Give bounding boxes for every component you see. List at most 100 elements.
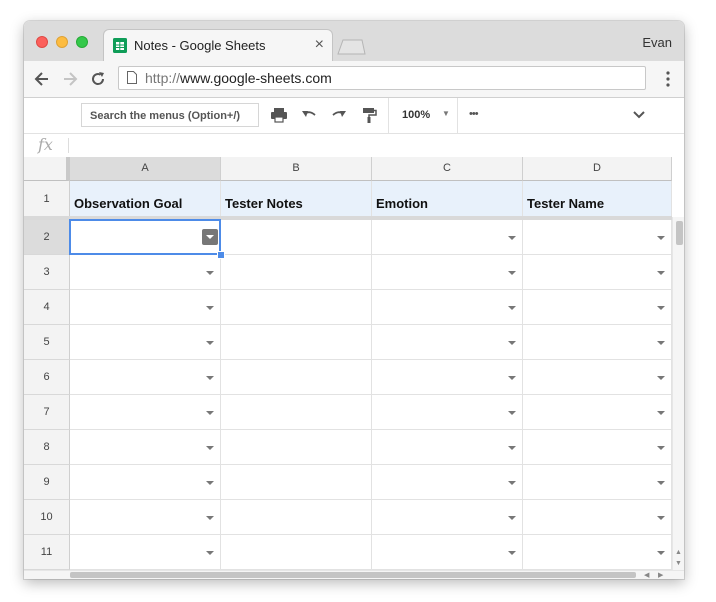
close-tab-icon[interactable]: ×: [315, 36, 324, 54]
back-arrow-icon[interactable]: [32, 69, 52, 89]
horizontal-scroll-thumb[interactable]: [70, 572, 636, 578]
cell-c9[interactable]: [372, 465, 523, 500]
header-cell-tester-name[interactable]: Tester Name: [523, 181, 672, 217]
dropdown-arrow-icon[interactable]: [508, 481, 516, 485]
cell-b11[interactable]: [221, 535, 372, 570]
close-window-button[interactable]: [36, 36, 48, 48]
undo-icon[interactable]: [300, 106, 318, 124]
browser-tab[interactable]: Notes - Google Sheets ×: [104, 30, 332, 61]
dropdown-arrow-icon[interactable]: [657, 341, 665, 345]
reload-icon[interactable]: [88, 69, 108, 89]
scroll-down-icon[interactable]: ▼: [675, 560, 682, 567]
url-field[interactable]: http://www.google-sheets.com: [118, 66, 646, 90]
search-menus-input[interactable]: Search the menus (Option+/): [81, 103, 259, 127]
dropdown-arrow-icon[interactable]: [508, 411, 516, 415]
cell-a6[interactable]: [70, 360, 221, 395]
dropdown-arrow-icon[interactable]: [657, 376, 665, 380]
paint-format-icon[interactable]: [360, 106, 378, 124]
cell-b7[interactable]: [221, 395, 372, 430]
row-header-5[interactable]: 5: [24, 325, 70, 360]
cell-d2[interactable]: [523, 220, 672, 255]
dropdown-arrow-icon[interactable]: [206, 446, 214, 450]
row-header-8[interactable]: 8: [24, 430, 70, 465]
forward-arrow-icon[interactable]: [60, 69, 80, 89]
cell-a9[interactable]: [70, 465, 221, 500]
row-header-9[interactable]: 9: [24, 465, 70, 500]
cell-c3[interactable]: [372, 255, 523, 290]
dropdown-arrow-icon[interactable]: [206, 306, 214, 310]
cell-c8[interactable]: [372, 430, 523, 465]
dropdown-arrow-icon[interactable]: [206, 551, 214, 555]
row-header-1[interactable]: 1: [24, 181, 70, 217]
dropdown-arrow-icon[interactable]: [657, 411, 665, 415]
vertical-scroll-thumb[interactable]: [676, 221, 683, 245]
dropdown-arrow-icon[interactable]: [657, 551, 665, 555]
header-cell-observation-goal[interactable]: Observation Goal: [70, 181, 221, 217]
dropdown-arrow-icon[interactable]: [657, 516, 665, 520]
cell-d6[interactable]: [523, 360, 672, 395]
dropdown-arrow-icon[interactable]: [206, 516, 214, 520]
dropdown-arrow-icon[interactable]: [508, 376, 516, 380]
cell-b8[interactable]: [221, 430, 372, 465]
new-tab-button[interactable]: [336, 39, 366, 55]
dropdown-arrow-icon[interactable]: [508, 516, 516, 520]
cell-c2[interactable]: [372, 220, 523, 255]
dropdown-arrow-icon[interactable]: [657, 481, 665, 485]
column-header-d[interactable]: D: [523, 157, 672, 181]
cell-a10[interactable]: [70, 500, 221, 535]
dropdown-arrow-icon[interactable]: [206, 271, 214, 275]
cell-b4[interactable]: [221, 290, 372, 325]
dropdown-arrow-icon[interactable]: [508, 446, 516, 450]
cell-d8[interactable]: [523, 430, 672, 465]
cell-a7[interactable]: [70, 395, 221, 430]
dropdown-arrow-icon[interactable]: [657, 271, 665, 275]
cell-d3[interactable]: [523, 255, 672, 290]
cell-b10[interactable]: [221, 500, 372, 535]
dropdown-arrow-icon[interactable]: [206, 376, 214, 380]
dropdown-button-icon[interactable]: [202, 229, 218, 245]
cell-c10[interactable]: [372, 500, 523, 535]
cell-c6[interactable]: [372, 360, 523, 395]
cell-c7[interactable]: [372, 395, 523, 430]
cell-b6[interactable]: [221, 360, 372, 395]
dropdown-arrow-icon[interactable]: [206, 341, 214, 345]
row-header-7[interactable]: 7: [24, 395, 70, 430]
scroll-left-icon[interactable]: ◀: [644, 571, 649, 579]
cell-a11[interactable]: [70, 535, 221, 570]
formula-input[interactable]: [76, 134, 676, 156]
column-header-a[interactable]: A: [70, 157, 221, 181]
dropdown-arrow-icon[interactable]: [508, 271, 516, 275]
cell-c11[interactable]: [372, 535, 523, 570]
row-header-10[interactable]: 10: [24, 500, 70, 535]
column-header-c[interactable]: C: [372, 157, 523, 181]
cell-b5[interactable]: [221, 325, 372, 360]
row-header-4[interactable]: 4: [24, 290, 70, 325]
cell-a8[interactable]: [70, 430, 221, 465]
zoom-select[interactable]: 100%: [402, 109, 430, 121]
cell-a5[interactable]: [70, 325, 221, 360]
header-cell-tester-notes[interactable]: Tester Notes: [221, 181, 372, 217]
select-all-corner[interactable]: [24, 157, 70, 181]
cell-d7[interactable]: [523, 395, 672, 430]
cell-b9[interactable]: [221, 465, 372, 500]
chevron-down-icon[interactable]: ▼: [442, 109, 450, 118]
row-header-11[interactable]: 11: [24, 535, 70, 570]
dropdown-arrow-icon[interactable]: [657, 446, 665, 450]
dropdown-arrow-icon[interactable]: [657, 306, 665, 310]
dropdown-arrow-icon[interactable]: [508, 236, 516, 240]
horizontal-scrollbar[interactable]: ◀ ▶: [24, 570, 684, 579]
row-header-6[interactable]: 6: [24, 360, 70, 395]
collapse-chevron-icon[interactable]: [632, 110, 646, 120]
redo-icon[interactable]: [330, 106, 348, 124]
scroll-right-icon[interactable]: ▶: [658, 571, 663, 579]
cell-d4[interactable]: [523, 290, 672, 325]
dropdown-arrow-icon[interactable]: [206, 481, 214, 485]
dropdown-arrow-icon[interactable]: [508, 341, 516, 345]
cell-b3[interactable]: [221, 255, 372, 290]
header-cell-emotion[interactable]: Emotion: [372, 181, 523, 217]
cell-b2[interactable]: [221, 220, 372, 255]
more-options-icon[interactable]: •••: [469, 108, 479, 120]
cell-a4[interactable]: [70, 290, 221, 325]
dropdown-arrow-icon[interactable]: [206, 411, 214, 415]
zoom-window-button[interactable]: [76, 36, 88, 48]
